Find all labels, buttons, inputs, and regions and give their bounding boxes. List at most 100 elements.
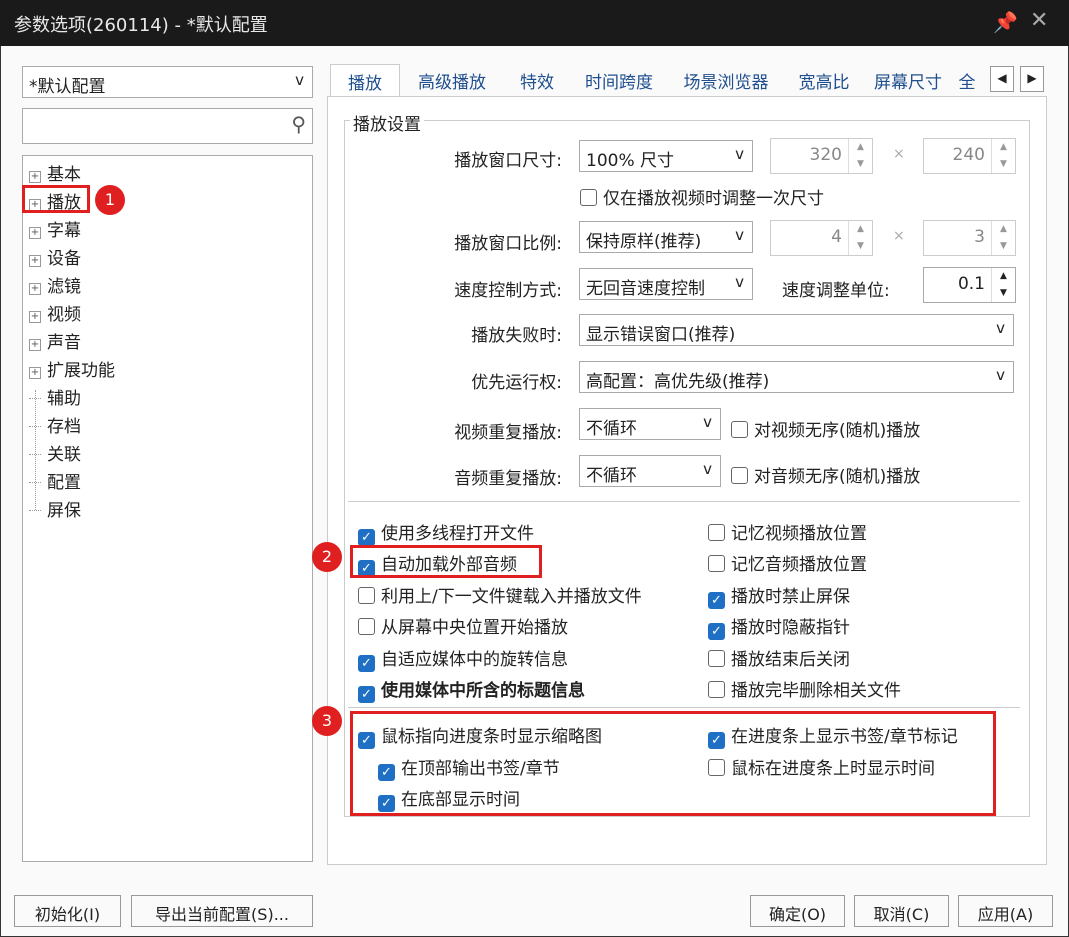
search-input[interactable]: ⚲ xyxy=(22,108,313,144)
spin-arrows-icon[interactable]: ▲ ▼ xyxy=(991,268,1015,302)
chevron-down-icon: v xyxy=(735,226,744,244)
tree-item[interactable]: + 声音 xyxy=(29,328,81,353)
width-spinner[interactable]: 320 ▲ ▼ xyxy=(770,138,873,174)
option-label: 记忆视频播放位置 xyxy=(731,524,867,544)
tree-item[interactable]: + 基本 xyxy=(29,160,81,185)
chevron-down-icon: v xyxy=(996,319,1005,337)
tree-item[interactable]: + 设备 xyxy=(29,244,81,269)
chevron-down-icon: v xyxy=(703,460,712,478)
checkbox-icon xyxy=(358,618,375,636)
option-label: 播放结束后关闭 xyxy=(731,649,850,670)
tree-guide-line xyxy=(35,390,36,510)
pin-icon[interactable]: 📌 xyxy=(993,10,1018,34)
expand-plus-icon[interactable]: + xyxy=(29,227,41,239)
checkbox-checked-icon: ✓ xyxy=(708,591,725,609)
priority-select[interactable]: 高配置：高优先级(推荐) v xyxy=(579,361,1014,393)
video-repeat-select[interactable]: 不循环 v xyxy=(579,408,721,440)
tree-item-label: 视频 xyxy=(47,305,81,325)
option-checkbox[interactable]: ✓ 使用媒体中所含的标题信息 xyxy=(358,676,585,703)
expand-plus-icon[interactable]: + xyxy=(29,339,41,351)
checkbox-checked-icon: ✓ xyxy=(708,623,725,641)
tree-item[interactable]: 配置 xyxy=(29,468,81,493)
tree-item-label: 声音 xyxy=(47,333,81,353)
speed-unit-value: 0.1 xyxy=(957,274,985,294)
checkbox-checked-icon: ✓ xyxy=(358,686,375,703)
tree-item[interactable]: 关联 xyxy=(29,440,81,465)
tab-6[interactable]: 屏幕尺寸 xyxy=(864,64,952,96)
fail-select[interactable]: 显示错误窗口(推荐) v xyxy=(579,314,1014,346)
divider xyxy=(348,707,1020,708)
option-checkbox[interactable]: ✓ 播放时禁止屏保 xyxy=(708,582,850,609)
video-shuffle-checkbox[interactable]: 对视频无序(随机)播放 xyxy=(731,416,920,441)
tab-5[interactable]: 宽高比 xyxy=(784,64,864,96)
chevron-down-icon: v xyxy=(735,145,744,163)
ratio-h-spinner[interactable]: 3 ▲ ▼ xyxy=(923,220,1016,256)
expand-plus-icon[interactable]: + xyxy=(29,367,41,379)
option-checkbox[interactable]: ✓ 使用多线程打开文件 xyxy=(358,519,534,546)
expand-plus-icon[interactable]: + xyxy=(29,311,41,323)
expand-plus-icon[interactable]: + xyxy=(29,255,41,267)
apply-button[interactable]: 应用(A) xyxy=(958,895,1053,927)
speed-value: 无回音速度控制 xyxy=(586,279,705,299)
audio-shuffle-checkbox[interactable]: 对音频无序(随机)播放 xyxy=(731,462,920,487)
ratio-w-spinner[interactable]: 4 ▲ ▼ xyxy=(770,220,873,256)
option-checkbox[interactable]: ✓ 自适应媒体中的旋转信息 xyxy=(358,645,568,672)
tab-scroll-right[interactable]: ▶ xyxy=(1020,66,1044,92)
tree-item-label: 字幕 xyxy=(47,221,81,241)
tree-item[interactable]: + 扩展功能 xyxy=(29,356,115,381)
option-checkbox[interactable]: 记忆视频播放位置 xyxy=(708,519,867,544)
tab-0[interactable]: 播放 xyxy=(330,64,400,97)
expand-plus-icon[interactable]: + xyxy=(29,283,41,295)
profile-select[interactable]: *默认配置 v xyxy=(22,66,313,98)
spin-arrows-icon[interactable]: ▲ ▼ xyxy=(991,221,1015,255)
speed-unit-spinner[interactable]: 0.1 ▲ ▼ xyxy=(923,267,1016,303)
tree-item-label: 存档 xyxy=(47,417,81,437)
chevron-down-icon: v xyxy=(996,366,1005,384)
ok-button[interactable]: 确定(O) xyxy=(750,895,845,927)
speed-unit-label: 速度调整单位: xyxy=(782,281,890,301)
tab-2[interactable]: 特效 xyxy=(504,64,570,96)
window-title: 参数选项(260114) - *默认配置 xyxy=(14,15,268,36)
export-config-button[interactable]: 导出当前配置(S)... xyxy=(131,895,313,927)
tree-item[interactable]: + 滤镜 xyxy=(29,272,81,297)
tab-1[interactable]: 高级播放 xyxy=(400,64,504,96)
checkbox-icon xyxy=(708,524,725,541)
spin-arrows-icon[interactable]: ▲ ▼ xyxy=(991,139,1015,173)
fail-value: 显示错误窗口(推荐) xyxy=(586,325,736,345)
tree-item[interactable]: 屏保 xyxy=(29,496,81,521)
init-button[interactable]: 初始化(I) xyxy=(14,895,121,927)
tree-item-label: 配置 xyxy=(47,473,81,493)
tree-item[interactable]: 辅助 xyxy=(29,384,81,409)
win-size-select[interactable]: 100% 尺寸 v xyxy=(579,140,753,172)
ratio-select[interactable]: 保持原样(推荐) v xyxy=(579,221,753,253)
chevron-down-icon: v xyxy=(703,413,712,431)
speed-select[interactable]: 无回音速度控制 v xyxy=(579,268,753,300)
option-checkbox[interactable]: 播放结束后关闭 xyxy=(708,645,850,670)
ratio-value: 保持原样(推荐) xyxy=(586,232,702,252)
close-icon[interactable]: ✕ xyxy=(1030,8,1048,33)
tab-4[interactable]: 场景浏览器 xyxy=(668,64,784,96)
option-checkbox[interactable]: ✓ 播放时隐蔽指针 xyxy=(708,613,850,641)
tab-3[interactable]: 时间跨度 xyxy=(570,64,668,96)
spin-arrows-icon[interactable]: ▲ ▼ xyxy=(848,139,872,173)
expand-plus-icon[interactable]: + xyxy=(29,171,41,183)
fail-label: 播放失败时: xyxy=(471,326,562,346)
option-checkbox[interactable]: 记忆音频播放位置 xyxy=(708,550,867,575)
audio-repeat-value: 不循环 xyxy=(586,466,637,486)
spin-arrows-icon[interactable]: ▲ ▼ xyxy=(848,221,872,255)
tree-item[interactable]: + 字幕 xyxy=(29,216,81,241)
option-checkbox[interactable]: 从屏幕中央位置开始播放 xyxy=(358,613,568,638)
cancel-button[interactable]: 取消(C) xyxy=(854,895,949,927)
resize-once-checkbox[interactable]: 仅在播放视频时调整一次尺寸 xyxy=(580,184,824,209)
tab-7[interactable]: 全 xyxy=(952,64,982,96)
option-checkbox[interactable]: 播放完毕删除相关文件 xyxy=(708,676,901,701)
tree-item[interactable]: 存档 xyxy=(29,412,81,437)
option-checkbox[interactable]: 利用上/下一文件键载入并播放文件 xyxy=(358,582,642,607)
checkbox-icon xyxy=(358,586,375,604)
option-label: 从屏幕中央位置开始播放 xyxy=(381,618,568,639)
audio-repeat-select[interactable]: 不循环 v xyxy=(579,455,721,487)
tab-scroll-left[interactable]: ◀ xyxy=(990,66,1014,92)
height-spinner[interactable]: 240 ▲ ▼ xyxy=(923,138,1016,174)
option-label: 利用上/下一文件键载入并播放文件 xyxy=(381,586,642,607)
tree-item[interactable]: + 视频 xyxy=(29,300,81,325)
